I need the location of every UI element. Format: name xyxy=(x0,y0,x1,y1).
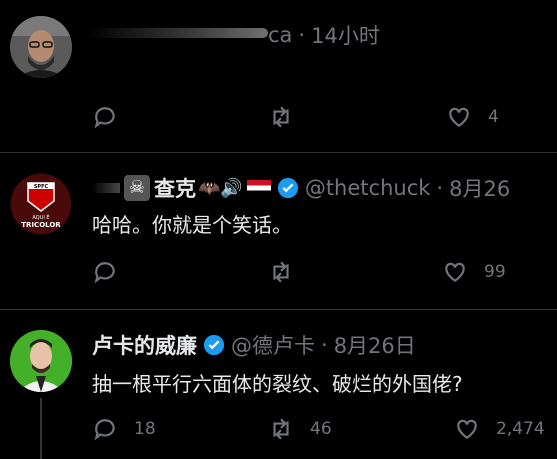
reply-icon xyxy=(94,262,115,284)
author-handle[interactable]: @德卢卡 xyxy=(231,330,315,360)
tweet-3[interactable]: 卢卡的威廉 @德卢卡 · 8月26日 抽一根平行六面体的裂纹、破烂的外国佬? 1… xyxy=(0,310,557,459)
retweet-count: 46 xyxy=(310,419,332,439)
tweet-header: ca · 14小时 xyxy=(268,20,380,50)
tweet-header: 卢卡的威廉 @德卢卡 · 8月26日 xyxy=(92,330,416,360)
bat-speaker-emoji: 🦇🔊 xyxy=(198,177,243,199)
reply-button[interactable] xyxy=(92,104,134,130)
retweet-icon xyxy=(273,261,289,283)
separator-dot: · xyxy=(321,333,328,357)
avatar-image xyxy=(10,16,72,78)
tweet-actions: 18 46 2,474 xyxy=(92,416,557,446)
avatar-image: SPFC AQUI É TRICOLOR xyxy=(10,173,72,235)
tweet-text: 哈哈。你就是个笑话。 xyxy=(92,213,292,237)
tweet-1[interactable]: ca · 14小时 4 xyxy=(0,0,557,152)
retweet-button[interactable]: 46 xyxy=(268,416,332,442)
reply-button[interactable]: 18 xyxy=(92,416,156,442)
blurred-prefix xyxy=(92,183,120,193)
heart-icon xyxy=(445,262,465,282)
avatar-image xyxy=(10,330,72,392)
like-button[interactable]: 2,474 xyxy=(454,416,545,442)
author-handle[interactable]: @thetchuck xyxy=(305,176,431,200)
avatar[interactable] xyxy=(10,330,72,392)
reply-button[interactable] xyxy=(92,259,134,285)
like-count: 4 xyxy=(488,107,499,127)
tweet-header: ☠ 查克 🦇🔊 @thetchuck · 8月26 xyxy=(92,173,510,203)
retweet-icon xyxy=(273,106,289,128)
reply-icon xyxy=(94,419,115,441)
thread-connector-line xyxy=(40,398,42,459)
svg-text:AQUI É: AQUI É xyxy=(32,213,49,221)
heart-icon xyxy=(449,107,469,127)
author-name[interactable]: 卢卡的威廉 xyxy=(92,330,197,360)
avatar[interactable] xyxy=(10,16,72,78)
heart-icon xyxy=(457,419,477,439)
retweet-button[interactable] xyxy=(268,259,310,285)
retweet-button[interactable] xyxy=(268,104,310,130)
like-button[interactable]: 4 xyxy=(446,104,499,130)
like-count: 2,474 xyxy=(496,419,545,439)
separator-dot: · xyxy=(436,176,444,200)
verified-badge-icon xyxy=(277,177,298,199)
separator-dot: · xyxy=(298,23,306,47)
blurred-name xyxy=(88,28,268,38)
like-count: 99 xyxy=(484,262,506,282)
like-button[interactable]: 99 xyxy=(442,259,506,285)
tweet-text: 抽一根平行六面体的裂纹、破烂的外国佬? xyxy=(92,372,463,396)
retweet-icon xyxy=(273,418,289,440)
timestamp[interactable]: 14小时 xyxy=(311,20,380,50)
reply-icon xyxy=(94,107,115,129)
egypt-flag-icon xyxy=(246,180,271,196)
svg-text:SPFC: SPFC xyxy=(34,184,49,190)
timestamp[interactable]: 8月26日 xyxy=(334,330,416,360)
skull-icon: ☠ xyxy=(124,175,150,201)
tweet-actions: 99 xyxy=(92,259,557,289)
tweet-2[interactable]: SPFC AQUI É TRICOLOR ☠ 查克 🦇🔊 @thetchuck … xyxy=(0,153,557,309)
svg-text:TRICOLOR: TRICOLOR xyxy=(21,221,61,229)
timestamp[interactable]: 8月26 xyxy=(449,173,510,203)
avatar[interactable]: SPFC AQUI É TRICOLOR xyxy=(10,173,72,235)
tweet-actions: 4 xyxy=(92,104,557,134)
verified-badge-icon xyxy=(203,334,225,356)
author-name[interactable]: 查克 xyxy=(154,173,196,203)
reply-count: 18 xyxy=(134,419,156,439)
author-handle-partial[interactable]: ca xyxy=(268,23,292,47)
